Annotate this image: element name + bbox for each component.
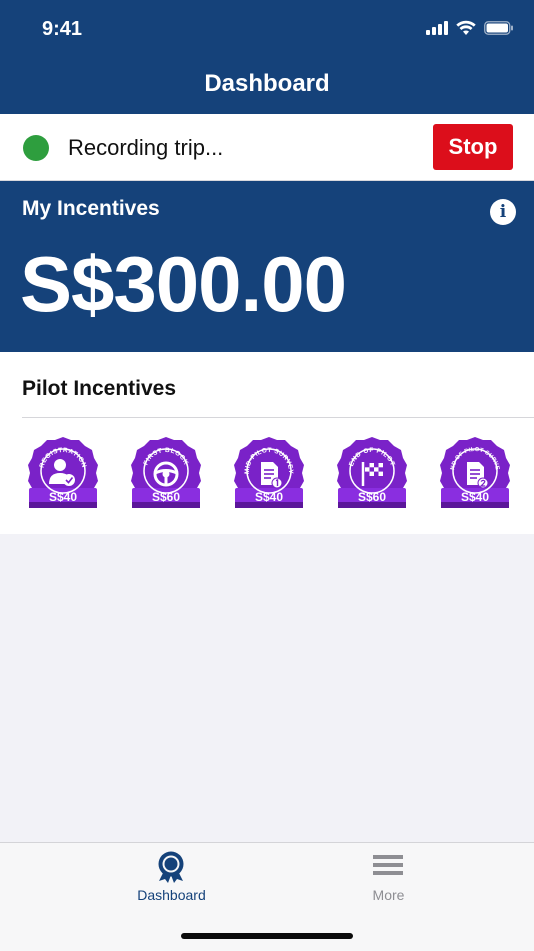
recording-indicator-icon <box>23 135 49 161</box>
badge-amount: S$40 <box>460 490 490 504</box>
page-title: Dashboard <box>204 70 330 97</box>
status-icons <box>426 20 514 35</box>
badge-first-block[interactable]: FIRST BLOCK S$60 <box>128 436 204 514</box>
info-icon[interactable]: i <box>490 199 516 225</box>
recording-status: Recording trip... <box>68 135 224 160</box>
section-divider <box>22 417 534 418</box>
badge-registration[interactable]: REGISTRATION S$40 <box>25 436 101 514</box>
badge-mid-pilot-survey[interactable]: MID-PILOT SURVEY S$40 <box>231 436 307 514</box>
tab-label: More <box>372 887 405 903</box>
tab-more[interactable]: More <box>255 843 522 923</box>
nav-bar: Dashboard <box>0 58 534 114</box>
incentives-amount: S$300.00 <box>20 240 347 328</box>
pilot-incentives-title: Pilot Incentives <box>22 377 177 400</box>
status-bar: 9:41 <box>0 0 534 58</box>
badge-end-of-pilot[interactable]: END OF PILOT S$60 <box>334 436 410 514</box>
pilot-incentives-section: Pilot Incentives REGISTRATION S$40 FIRST… <box>0 352 534 534</box>
incentives-label: My Incentives <box>22 197 160 220</box>
stop-button[interactable]: Stop <box>433 124 513 170</box>
home-indicator <box>181 933 353 939</box>
badge-amount: S$60 <box>151 490 181 504</box>
menu-icon <box>373 855 403 875</box>
badge-amount: S$60 <box>357 490 387 504</box>
battery-icon <box>484 20 513 35</box>
wifi-icon <box>456 20 476 35</box>
recording-bar: Recording trip... Stop <box>0 114 534 181</box>
status-time: 9:41 <box>42 18 83 40</box>
badge-amount: S$40 <box>48 490 78 504</box>
badge-end-of-pilot-survey[interactable]: END OF PILOT SURVEY S$40 <box>437 436 513 514</box>
award-icon <box>158 851 184 883</box>
signal-icon <box>426 20 448 35</box>
badge-amount: S$40 <box>254 490 284 504</box>
incentives-panel: My Incentives S$300.00 <box>0 181 534 352</box>
